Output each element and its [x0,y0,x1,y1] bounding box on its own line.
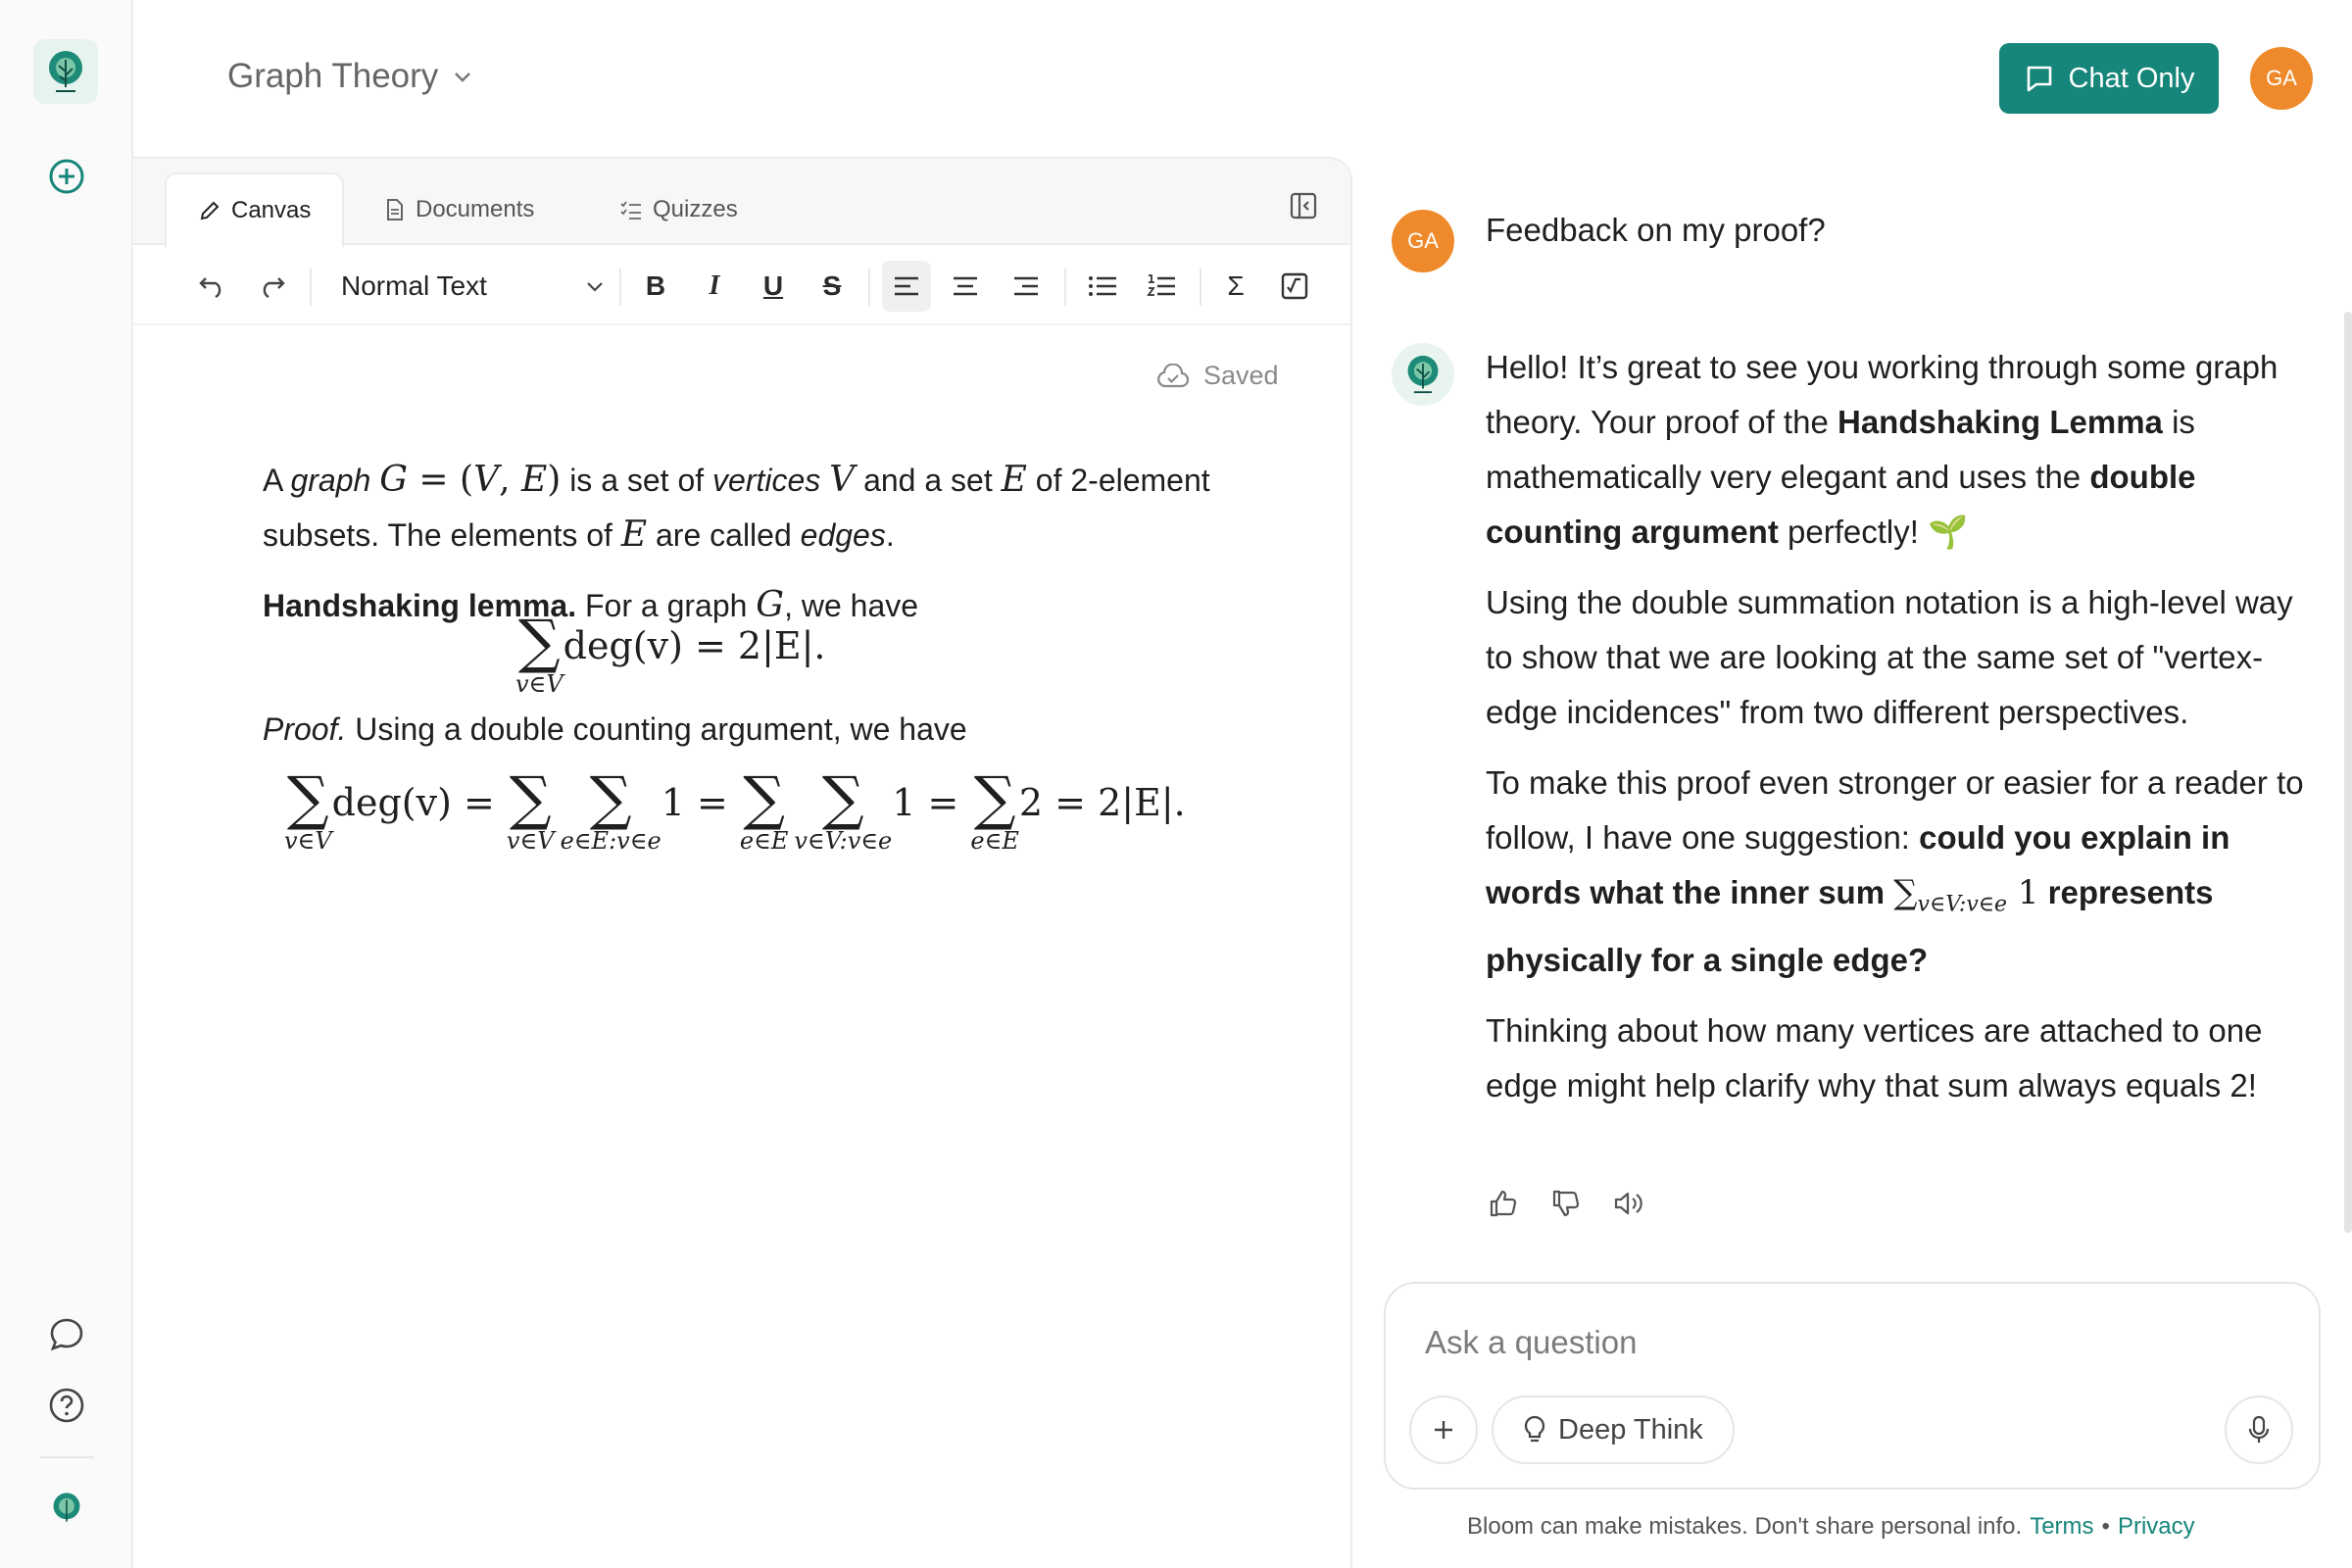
underline-button[interactable]: U [749,261,798,312]
assistant-paragraph: Using the double summation notation is a… [1486,584,2293,730]
align-right-icon[interactable] [1002,261,1051,312]
assistant-paragraph: To make this proof even stronger or easi… [1486,764,2304,978]
help-icon[interactable] [43,1382,90,1429]
numbered-list-icon[interactable] [1137,261,1186,312]
plus-icon [1435,1421,1452,1439]
math-block-icon[interactable] [1270,261,1319,312]
tab-canvas-label: Canvas [231,197,312,223]
topic-title: Graph Theory [227,57,439,95]
strikethrough-button[interactable]: S [808,261,857,312]
question-input[interactable] [1425,1319,2268,1366]
assistant-message: Hello! It’s great to see you working thr… [1486,340,2319,1129]
privacy-link[interactable]: Privacy [2118,1513,2195,1541]
thumbs-down-icon[interactable] [1548,1186,1584,1221]
bold-button[interactable]: B [631,261,680,312]
cloud-check-icon [1157,363,1190,387]
editor-tabbar: Canvas Documents Quizzes [133,159,1350,247]
sum-formula-button[interactable]: Σ [1211,261,1260,312]
pencil-icon [200,201,220,220]
toolbar-divider [310,269,312,306]
assistant-paragraph: Thinking about how many vertices are att… [1486,1011,2263,1103]
align-left-icon[interactable] [882,261,931,312]
tab-documents[interactable]: Documents [353,172,565,247]
undo-icon[interactable] [188,261,237,312]
double-counting-equation: ∑ v∈V deg(v) = ∑ v∈V ∑ e∈E:v∈e 1 = ∑ e∈E ∑ v∈V:v∈… [284,764,1186,855]
format-toolbar: Normal Text B I U S Σ [133,247,1350,325]
tab-quizzes[interactable]: Quizzes [588,172,769,247]
disclaimer: Bloom can make mistakes. Don't share per… [1467,1513,2195,1541]
bloom-avatar-icon [1392,343,1454,406]
toolbar-divider [619,269,621,306]
deep-think-button[interactable]: Deep Think [1492,1396,1735,1464]
message-actions [1486,1186,1646,1221]
chat-only-label: Chat Only [2068,62,2195,94]
text-style-select[interactable]: Normal Text [335,261,612,312]
text-style-value: Normal Text [341,270,487,301]
document-icon [387,199,403,220]
terms-link[interactable]: Terms [2030,1513,2093,1541]
bloom-logo-icon[interactable] [33,39,98,104]
toolbar-divider [1200,269,1201,306]
new-chat-plus-icon[interactable] [43,153,90,200]
workspace-logo-icon[interactable] [43,1486,90,1533]
handshake-equation: ∑ v∈V deg(v) = 2|E|. [515,608,826,698]
rail-divider [39,1456,94,1458]
lightbulb-icon [1524,1415,1545,1443]
topic-selector[interactable]: Graph Theory [227,57,473,96]
chat-bubble-icon[interactable] [43,1311,90,1358]
align-center-icon[interactable] [941,261,990,312]
user-message-avatar: GA [1392,210,1454,272]
proof-paragraph-wrap: Proof. Using a double counting argument,… [263,702,1301,772]
disclaimer-bullet: • [2101,1513,2110,1540]
canvas-editor-panel: Canvas Documents Quizzes Normal Text B I… [133,157,1352,1568]
tab-canvas[interactable]: Canvas [165,172,345,247]
microphone-icon [2248,1415,2270,1443]
microphone-button[interactable] [2225,1396,2293,1464]
thumbs-up-icon[interactable] [1486,1186,1521,1221]
left-rail [0,0,133,1568]
save-status-label: Saved [1203,361,1279,390]
chevron-down-icon [455,73,471,82]
tab-documents-label: Documents [416,196,535,222]
toolbar-divider [868,269,870,306]
chat-only-button[interactable]: Chat Only [1999,43,2219,114]
toolbar-divider [1064,269,1066,306]
definition-paragraph: A graph G = (V, E) is a set of vertices … [263,460,1210,555]
user-message: Feedback on my proof? [1486,212,1826,248]
chat-composer: Deep Think [1384,1282,2321,1490]
save-status: Saved [1156,361,1279,391]
deep-think-label: Deep Think [1558,1413,1703,1446]
assistant-paragraph: Hello! It’s great to see you working thr… [1486,349,2278,550]
disclaimer-text: Bloom can make mistakes. Don't share per… [1467,1513,2023,1540]
checklist-icon [620,201,641,220]
redo-icon[interactable] [247,261,296,312]
attach-plus-button[interactable] [1409,1396,1478,1464]
collapse-panel-icon[interactable] [1286,188,1321,223]
chat-scrollbar[interactable] [2344,312,2352,1233]
tab-quizzes-label: Quizzes [653,196,738,222]
proof-paragraph: Proof. Using a double counting argument,… [263,711,967,747]
read-aloud-icon[interactable] [1611,1186,1646,1221]
italic-button[interactable]: I [690,261,739,312]
chevron-down-icon [587,282,603,292]
chat-bubble-icon [2027,66,2051,92]
bullet-list-icon[interactable] [1078,261,1127,312]
user-avatar[interactable]: GA [2250,47,2313,110]
